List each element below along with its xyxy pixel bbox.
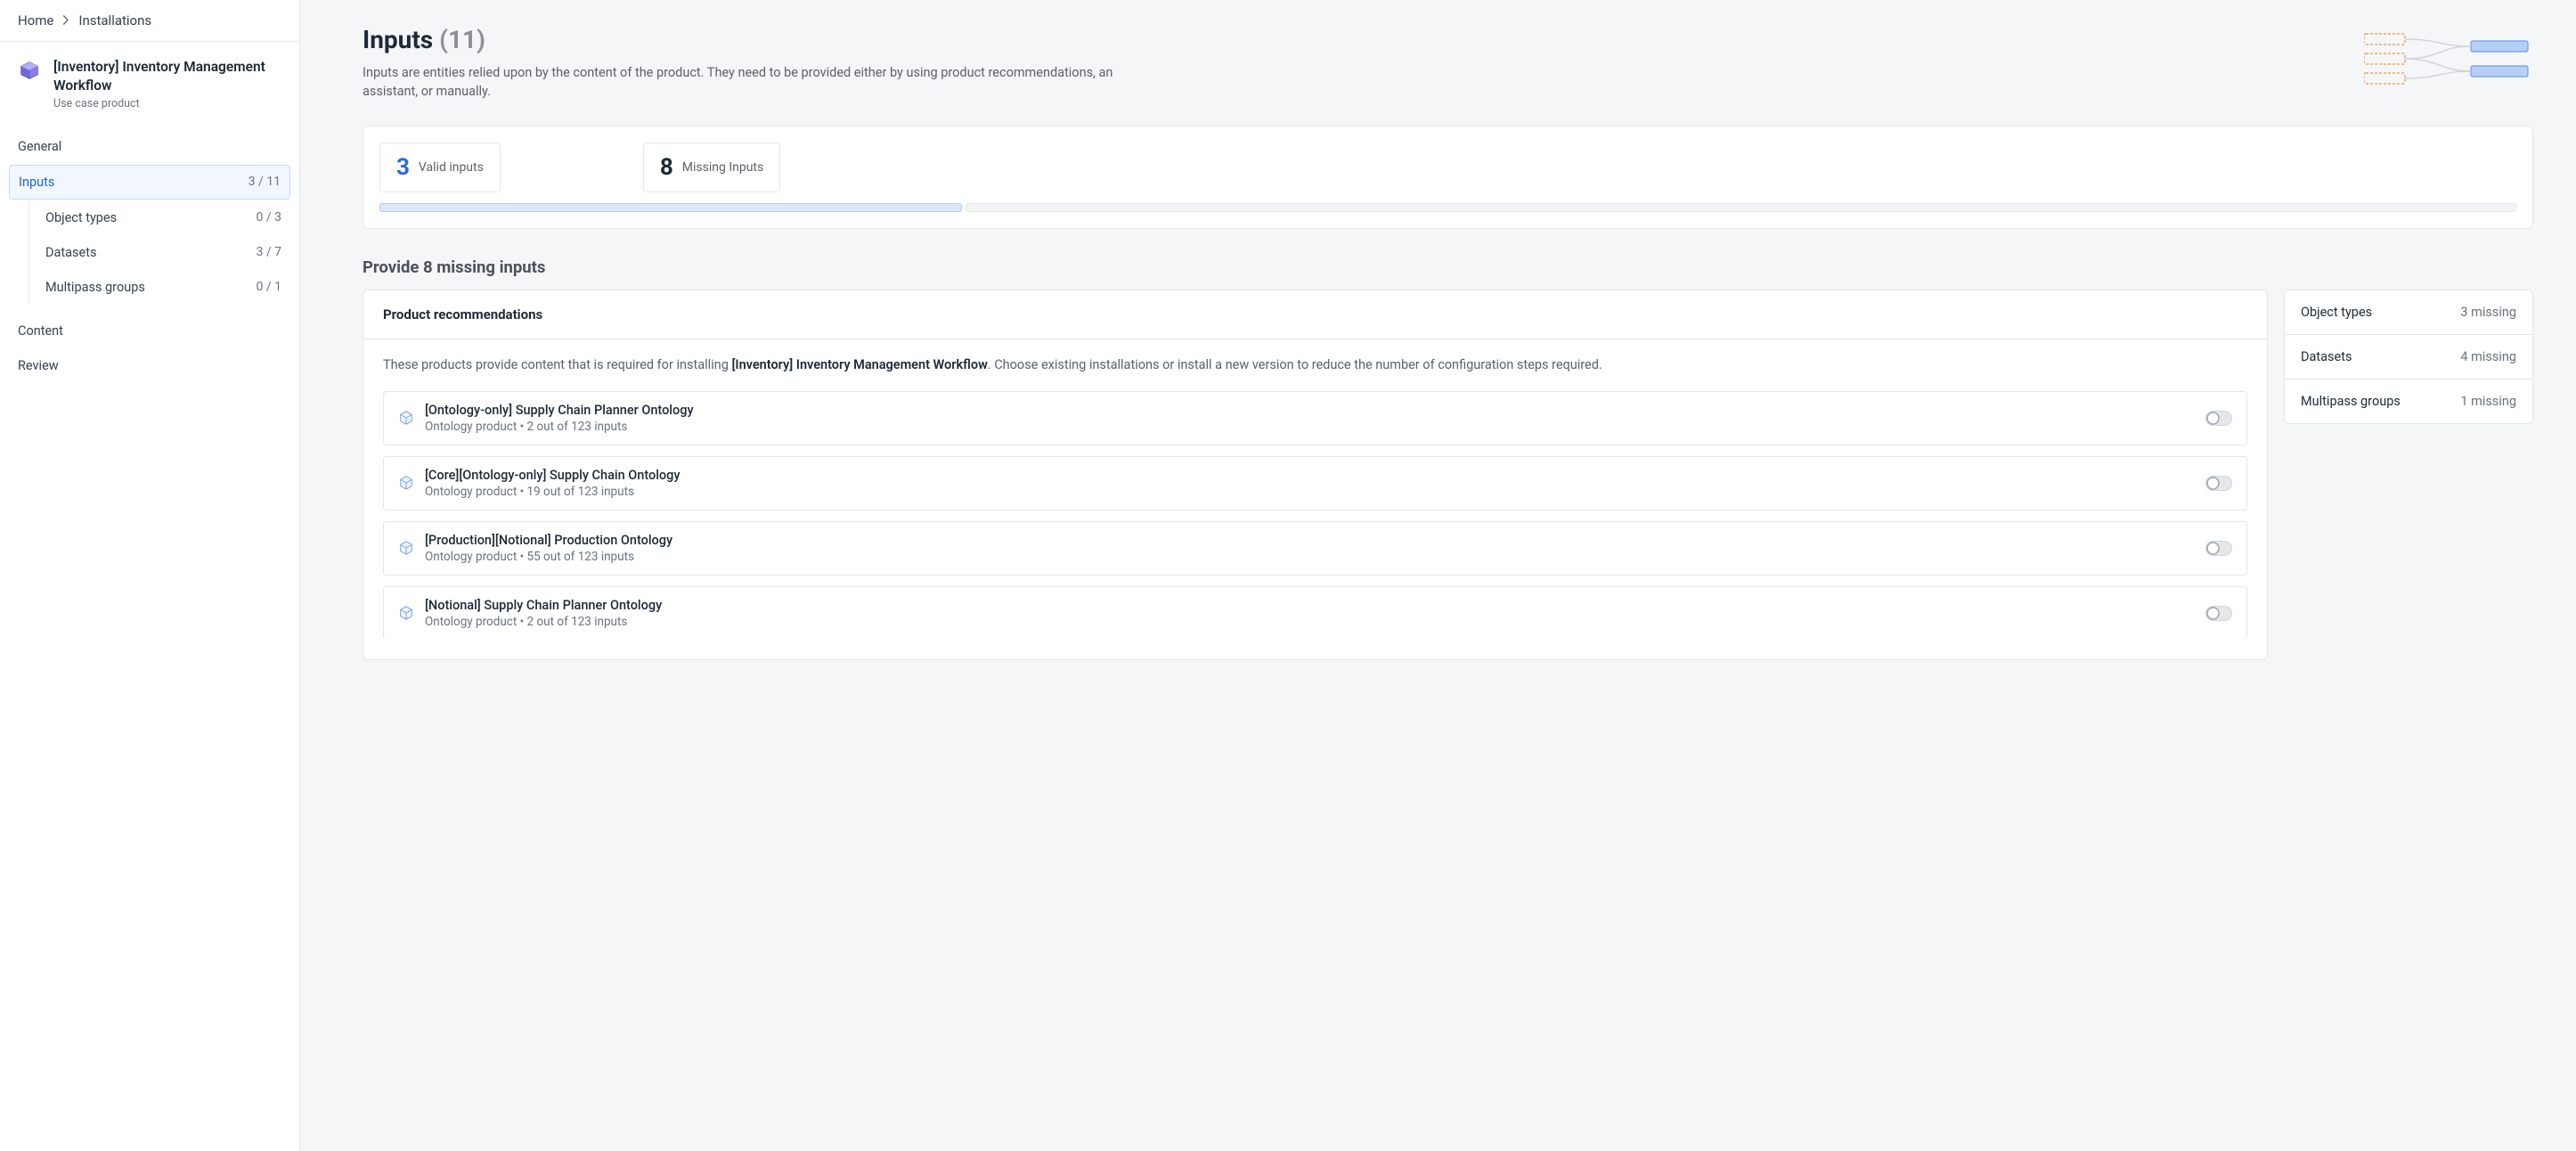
nav-review[interactable]: Review [9, 349, 290, 382]
recommendation-name: [Core][Ontology-only] Supply Chain Ontol… [425, 468, 2195, 483]
missing-label: Object types [2301, 305, 2372, 320]
nav-object-types-label: Object types [45, 210, 117, 225]
progress-filled [379, 203, 962, 212]
nav-content[interactable]: Content [9, 314, 290, 347]
page-title-text: Inputs [363, 25, 433, 54]
nav-inputs-subnav: Object types 0 / 3 Datasets 3 / 7 Multip… [29, 201, 290, 304]
nav-datasets-label: Datasets [45, 245, 96, 260]
recommendation-item[interactable]: [Core][Ontology-only] Supply Chain Ontol… [383, 456, 2247, 510]
recommendation-toggle[interactable] [2205, 606, 2232, 621]
recommendation-name: [Production][Notional] Production Ontolo… [425, 533, 2195, 548]
recommendation-name: [Notional] Supply Chain Planner Ontology [425, 598, 2195, 613]
missing-value: 3 missing [2460, 305, 2516, 320]
breadcrumb: Home Installations [0, 0, 299, 42]
recommendation-sub: Ontology product • 2 out of 123 inputs [425, 615, 2195, 629]
breadcrumb-home[interactable]: Home [18, 12, 53, 29]
nav-content-label: Content [18, 323, 63, 339]
recommendation-sub: Ontology product • 55 out of 123 inputs [425, 550, 2195, 564]
stat-missing-inputs: 8 Missing Inputs [643, 143, 780, 192]
missing-value: 1 missing [2460, 394, 2516, 409]
recommendation-toggle[interactable] [2205, 411, 2232, 426]
rec-desc-bold: [Inventory] Inventory Management Workflo… [731, 357, 987, 372]
recommendations-list: [Ontology-only] Supply Chain Planner Ont… [383, 391, 2247, 640]
missing-inputs-content: Product recommendations These products p… [363, 290, 2533, 660]
chevron-right-icon [62, 12, 69, 29]
nav-datasets-count: 3 / 7 [257, 245, 281, 259]
nav-multipass-label: Multipass groups [45, 280, 145, 295]
nav-inputs-label: Inputs [19, 175, 54, 190]
recommendation-item[interactable]: [Ontology-only] Supply Chain Planner Ont… [383, 391, 2247, 445]
cube-icon [398, 475, 414, 491]
stats-card: 3 Valid inputs 8 Missing Inputs [363, 126, 2533, 229]
stat-missing-num: 8 [660, 154, 673, 181]
recommendations-body: These products provide content that is r… [363, 339, 2267, 659]
product-title: [Inventory] Inventory Management Workflo… [53, 58, 283, 95]
recommendation-sub: Ontology product • 2 out of 123 inputs [425, 420, 2195, 434]
recommendations-card: Product recommendations These products p… [363, 290, 2268, 660]
nav-inputs[interactable]: Inputs 3 / 11 [9, 165, 290, 200]
stat-valid-num: 3 [396, 154, 410, 181]
recommendation-name: [Ontology-only] Supply Chain Planner Ont… [425, 403, 2195, 418]
product-header: [Inventory] Inventory Management Workflo… [0, 42, 299, 125]
nav-multipass-count: 0 / 1 [257, 280, 281, 294]
rec-desc-prefix: These products provide content that is r… [383, 357, 731, 372]
stat-valid-inputs: 3 Valid inputs [379, 143, 501, 192]
missing-value: 4 missing [2460, 349, 2516, 364]
missing-row-multipass[interactable]: Multipass groups 1 missing [2285, 380, 2532, 423]
recommendations-description: These products provide content that is r… [383, 355, 2247, 375]
nav-general[interactable]: General [9, 130, 290, 163]
missing-row-datasets[interactable]: Datasets 4 missing [2285, 335, 2532, 380]
stat-missing-label: Missing Inputs [682, 160, 763, 175]
recommendation-sub: Ontology product • 19 out of 123 inputs [425, 485, 2195, 499]
missing-row-object-types[interactable]: Object types 3 missing [2285, 290, 2532, 335]
page-title: Inputs (11) [363, 25, 1120, 54]
cube-icon [398, 605, 414, 621]
missing-inputs-title: Provide 8 missing inputs [363, 257, 2533, 277]
recommendation-toggle[interactable] [2205, 541, 2232, 556]
page-description: Inputs are entities relied upon by the c… [363, 63, 1120, 101]
nav-inputs-count: 3 / 11 [249, 175, 281, 189]
nav-object-types[interactable]: Object types 0 / 3 [37, 201, 290, 234]
inputs-diagram-icon [2364, 29, 2533, 91]
main-content: Inputs (11) Inputs are entities relied u… [300, 0, 2576, 1151]
nav-datasets[interactable]: Datasets 3 / 7 [37, 236, 290, 269]
recommendation-toggle[interactable] [2205, 476, 2232, 491]
missing-summary-card: Object types 3 missing Datasets 4 missin… [2284, 290, 2533, 424]
missing-label: Multipass groups [2301, 394, 2401, 409]
cube-icon [398, 540, 414, 556]
recommendations-header: Product recommendations [363, 290, 2267, 339]
product-info: [Inventory] Inventory Management Workflo… [53, 58, 283, 110]
sidebar-nav: General Inputs 3 / 11 Object types 0 / 3… [0, 125, 299, 382]
progress-bar [379, 203, 2516, 212]
page-title-count: (11) [439, 25, 485, 54]
progress-empty [966, 203, 2516, 212]
cube-icon [398, 410, 414, 426]
page-header: Inputs (11) Inputs are entities relied u… [363, 25, 2533, 101]
product-icon [16, 58, 43, 85]
nav-general-label: General [18, 139, 61, 154]
nav-review-label: Review [18, 358, 59, 373]
recommendation-item[interactable]: [Production][Notional] Production Ontolo… [383, 521, 2247, 576]
nav-multipass[interactable]: Multipass groups 0 / 1 [37, 271, 290, 304]
nav-object-types-count: 0 / 3 [257, 210, 281, 224]
recommendation-item[interactable]: [Notional] Supply Chain Planner Ontology… [383, 586, 2247, 640]
stat-valid-label: Valid inputs [419, 160, 484, 175]
product-subtitle: Use case product [53, 97, 283, 110]
breadcrumb-installations[interactable]: Installations [78, 12, 151, 29]
missing-label: Datasets [2301, 349, 2352, 364]
sidebar: Home Installations [Inventory] Inventory… [0, 0, 300, 1151]
rec-desc-suffix: . Choose existing installations or insta… [988, 357, 1602, 372]
